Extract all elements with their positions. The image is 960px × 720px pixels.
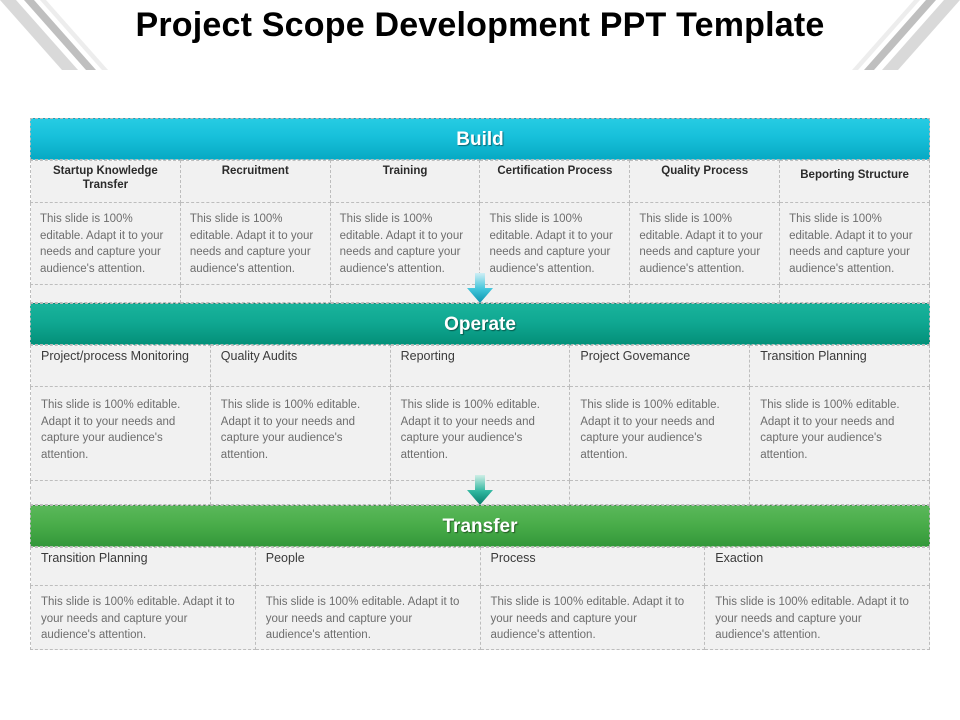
section-transfer: Transfer Transition Planning People Proc…	[30, 505, 930, 651]
body-cell[interactable]: This slide is 100% editable. Adapt it to…	[479, 584, 706, 651]
column-header-cell[interactable]: Startup Knowledge Transfer	[30, 160, 181, 203]
transfer-table: Transition Planning People Process Exact…	[30, 547, 930, 651]
column-header-cell[interactable]: People	[254, 547, 481, 586]
body-cell[interactable]: This slide is 100% editable. Adapt it to…	[209, 386, 391, 481]
spacer-cell	[779, 284, 930, 303]
process-diagram: Build Startup Knowledge Transfer Recruit…	[30, 118, 930, 651]
table-header-row: Project/process Monitoring Quality Audit…	[30, 345, 930, 387]
column-header-cell[interactable]: Quality Process	[629, 160, 781, 203]
table-header-row: Startup Knowledge Transfer Recruitment T…	[30, 160, 930, 203]
body-cell[interactable]: This slide is 100% editable. Adapt it to…	[179, 202, 331, 285]
body-cell[interactable]: This slide is 100% editable. Adapt it to…	[569, 386, 751, 481]
body-cell[interactable]: This slide is 100% editable. Adapt it to…	[479, 202, 631, 285]
column-header-cell[interactable]: Training	[329, 160, 481, 203]
down-arrow-icon	[467, 475, 493, 505]
spacer-cell	[209, 480, 391, 505]
column-header-cell[interactable]: Exaction	[704, 547, 930, 586]
spacer-cell	[30, 480, 211, 505]
section-banner-build[interactable]: Build	[30, 118, 930, 160]
column-header-cell[interactable]: Project Govemance	[569, 345, 751, 387]
spacer-cell	[569, 480, 751, 505]
spacer-cell	[749, 480, 930, 505]
body-cell[interactable]: This slide is 100% editable. Adapt it to…	[779, 202, 930, 285]
body-cell[interactable]: This slide is 100% editable. Adapt it to…	[329, 202, 481, 285]
column-header-cell[interactable]: Quality Audits	[209, 345, 391, 387]
table-row: This slide is 100% editable. Adapt it to…	[30, 584, 930, 651]
column-header-cell[interactable]: Reporting	[389, 345, 571, 387]
body-cell[interactable]: This slide is 100% editable. Adapt it to…	[30, 202, 181, 285]
body-cell[interactable]: This slide is 100% editable. Adapt it to…	[254, 584, 481, 651]
spacer-cell	[329, 284, 481, 303]
column-header-cell[interactable]: Recruitment	[179, 160, 331, 203]
slide-canvas: Project Scope Development PPT Template B…	[0, 0, 960, 720]
page-title: Project Scope Development PPT Template	[135, 6, 825, 44]
body-cell[interactable]: This slide is 100% editable. Adapt it to…	[30, 584, 256, 651]
body-cell[interactable]: This slide is 100% editable. Adapt it to…	[629, 202, 781, 285]
down-arrow-icon	[467, 273, 493, 303]
body-cell[interactable]: This slide is 100% editable. Adapt it to…	[30, 386, 211, 481]
column-header-cell[interactable]: Certification Process	[479, 160, 631, 203]
spacer-cell	[479, 284, 631, 303]
column-header-cell[interactable]: Process	[479, 547, 706, 586]
spacer-cell	[30, 284, 181, 303]
table-header-row: Transition Planning People Process Exact…	[30, 547, 930, 586]
column-header-cell[interactable]: Project/process Monitoring	[30, 345, 211, 387]
body-cell[interactable]: This slide is 100% editable. Adapt it to…	[389, 386, 571, 481]
spacer-cell	[629, 284, 781, 303]
column-header-cell[interactable]: Transition Planning	[30, 547, 256, 586]
body-cell[interactable]: This slide is 100% editable. Adapt it to…	[704, 584, 930, 651]
section-banner-transfer[interactable]: Transfer	[30, 505, 930, 547]
column-header-cell[interactable]: Beporting Structure	[779, 160, 930, 203]
column-header-cell[interactable]: Transition Planning	[749, 345, 930, 387]
table-row: This slide is 100% editable. Adapt it to…	[30, 386, 930, 481]
body-cell[interactable]: This slide is 100% editable. Adapt it to…	[749, 386, 930, 481]
spacer-cell	[179, 284, 331, 303]
section-banner-operate[interactable]: Operate	[30, 303, 930, 345]
